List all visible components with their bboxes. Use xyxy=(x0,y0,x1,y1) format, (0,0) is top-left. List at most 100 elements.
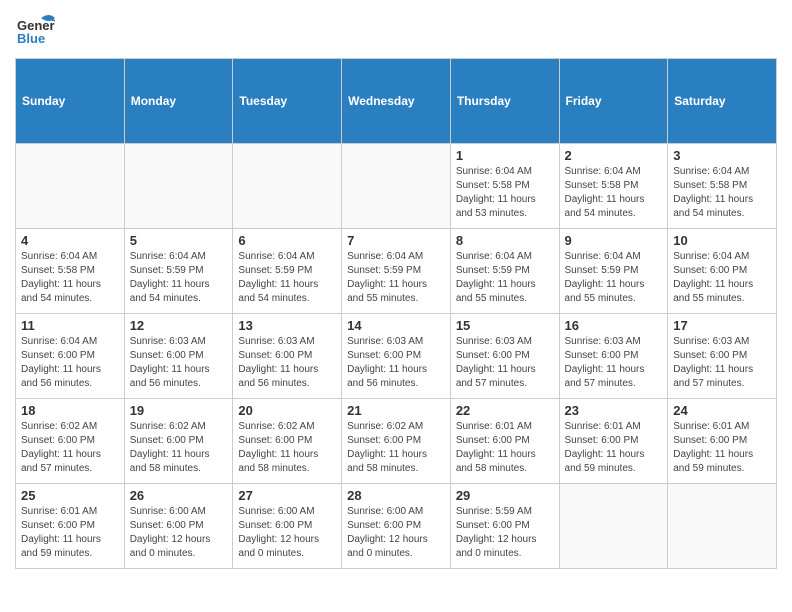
day-number: 13 xyxy=(238,318,336,333)
calendar-table: SundayMondayTuesdayWednesdayThursdayFrid… xyxy=(15,58,777,569)
day-number: 11 xyxy=(21,318,119,333)
calendar-cell: 7Sunrise: 6:04 AM Sunset: 5:59 PM Daylig… xyxy=(342,229,451,314)
day-number: 22 xyxy=(456,403,554,418)
day-number: 26 xyxy=(130,488,228,503)
calendar-cell: 20 Sunrise: 6:02 AM Sunset: 6:00 PM Dayli… xyxy=(233,399,342,484)
day-number: 23 xyxy=(565,403,663,418)
day-number: 14 xyxy=(347,318,445,333)
day-number: 10 xyxy=(673,233,771,248)
calendar-cell: 22 Sunrise: 6:01 AM Sunset: 6:00 PM Dayli… xyxy=(450,399,559,484)
calendar-cell: 2 Sunrise: 6:04 AM Sunset: 5:58 PM Daylig… xyxy=(559,144,668,229)
week-row-4: 18 Sunrise: 6:02 AM Sunset: 6:00 PM Dayli… xyxy=(16,399,777,484)
cell-info: Sunrise: 6:02 AM Sunset: 6:00 PM Dayligh… xyxy=(21,420,119,476)
cell-info: Sunrise: 6:01 AM Sunset: 6:00 PM Dayligh… xyxy=(21,505,119,561)
weekday-header-friday: Friday xyxy=(559,59,668,144)
calendar-cell xyxy=(668,484,777,569)
calendar-cell xyxy=(342,144,451,229)
cell-info: Sunrise: 6:04 AM Sunset: 5:59 PM Dayligh… xyxy=(238,250,336,306)
cell-info: Sunrise: 6:01 AM Sunset: 6:00 PM Dayligh… xyxy=(673,420,771,476)
calendar-cell xyxy=(124,144,233,229)
cell-info: Sunrise: 6:04 AM Sunset: 6:00 PM Dayligh… xyxy=(21,335,119,391)
cell-info: Sunrise: 6:04 AM Sunset: 5:58 PM Dayligh… xyxy=(456,165,554,221)
week-row-2: 4Sunrise: 6:04 AM Sunset: 5:58 PM Daylig… xyxy=(16,229,777,314)
cell-info: Sunrise: 5:59 AM Sunset: 6:00 PM Dayligh… xyxy=(456,505,554,561)
logo: General Blue xyxy=(15,10,55,50)
day-number: 1 xyxy=(456,148,554,163)
calendar-header: SundayMondayTuesdayWednesdayThursdayFrid… xyxy=(16,59,777,144)
cell-info: Sunrise: 6:04 AM Sunset: 5:59 PM Dayligh… xyxy=(130,250,228,306)
calendar-cell: 18 Sunrise: 6:02 AM Sunset: 6:00 PM Dayli… xyxy=(16,399,125,484)
cell-info: Sunrise: 6:04 AM Sunset: 5:59 PM Dayligh… xyxy=(456,250,554,306)
calendar-cell xyxy=(559,484,668,569)
cell-info: Sunrise: 6:04 AM Sunset: 5:58 PM Dayligh… xyxy=(21,250,119,306)
calendar-cell: 5 Sunrise: 6:04 AM Sunset: 5:59 PM Daylig… xyxy=(124,229,233,314)
day-number: 18 xyxy=(21,403,119,418)
calendar-cell: 28 Sunrise: 6:00 AM Sunset: 6:00 PM Dayli… xyxy=(342,484,451,569)
cell-info: Sunrise: 6:04 AM Sunset: 5:59 PM Dayligh… xyxy=(565,250,663,306)
logo-graphic: General Blue xyxy=(15,10,55,50)
day-number: 2 xyxy=(565,148,663,163)
cell-info: Sunrise: 6:04 AM Sunset: 5:58 PM Dayligh… xyxy=(565,165,663,221)
calendar-cell: 1 Sunrise: 6:04 AM Sunset: 5:58 PM Daylig… xyxy=(450,144,559,229)
day-number: 24 xyxy=(673,403,771,418)
calendar-cell: 25Sunrise: 6:01 AM Sunset: 6:00 PM Dayli… xyxy=(16,484,125,569)
day-number: 6 xyxy=(238,233,336,248)
week-row-1: 1 Sunrise: 6:04 AM Sunset: 5:58 PM Daylig… xyxy=(16,144,777,229)
calendar-cell: 24 Sunrise: 6:01 AM Sunset: 6:00 PM Dayli… xyxy=(668,399,777,484)
cell-info: Sunrise: 6:03 AM Sunset: 6:00 PM Dayligh… xyxy=(565,335,663,391)
week-row-3: 11 Sunrise: 6:04 AM Sunset: 6:00 PM Dayli… xyxy=(16,314,777,399)
cell-info: Sunrise: 6:03 AM Sunset: 6:00 PM Dayligh… xyxy=(130,335,228,391)
header: General Blue xyxy=(15,10,777,50)
day-number: 5 xyxy=(130,233,228,248)
cell-info: Sunrise: 6:00 AM Sunset: 6:00 PM Dayligh… xyxy=(130,505,228,561)
day-number: 19 xyxy=(130,403,228,418)
day-number: 16 xyxy=(565,318,663,333)
weekday-header-thursday: Thursday xyxy=(450,59,559,144)
cell-info: Sunrise: 6:01 AM Sunset: 6:00 PM Dayligh… xyxy=(565,420,663,476)
calendar-cell: 9 Sunrise: 6:04 AM Sunset: 5:59 PM Daylig… xyxy=(559,229,668,314)
cell-info: Sunrise: 6:00 AM Sunset: 6:00 PM Dayligh… xyxy=(238,505,336,561)
calendar-body: 1 Sunrise: 6:04 AM Sunset: 5:58 PM Daylig… xyxy=(16,144,777,569)
day-number: 8 xyxy=(456,233,554,248)
day-number: 17 xyxy=(673,318,771,333)
weekday-row: SundayMondayTuesdayWednesdayThursdayFrid… xyxy=(16,59,777,144)
day-number: 27 xyxy=(238,488,336,503)
weekday-header-monday: Monday xyxy=(124,59,233,144)
cell-info: Sunrise: 6:03 AM Sunset: 6:00 PM Dayligh… xyxy=(456,335,554,391)
cell-info: Sunrise: 6:01 AM Sunset: 6:00 PM Dayligh… xyxy=(456,420,554,476)
cell-info: Sunrise: 6:00 AM Sunset: 6:00 PM Dayligh… xyxy=(347,505,445,561)
cell-info: Sunrise: 6:04 AM Sunset: 5:58 PM Dayligh… xyxy=(673,165,771,221)
calendar-cell: 27 Sunrise: 6:00 AM Sunset: 6:00 PM Dayli… xyxy=(233,484,342,569)
day-number: 28 xyxy=(347,488,445,503)
day-number: 7 xyxy=(347,233,445,248)
day-number: 15 xyxy=(456,318,554,333)
calendar-cell: 6 Sunrise: 6:04 AM Sunset: 5:59 PM Daylig… xyxy=(233,229,342,314)
cell-info: Sunrise: 6:02 AM Sunset: 6:00 PM Dayligh… xyxy=(130,420,228,476)
cell-info: Sunrise: 6:03 AM Sunset: 6:00 PM Dayligh… xyxy=(673,335,771,391)
calendar-cell: 4Sunrise: 6:04 AM Sunset: 5:58 PM Daylig… xyxy=(16,229,125,314)
calendar-cell: 19 Sunrise: 6:02 AM Sunset: 6:00 PM Dayli… xyxy=(124,399,233,484)
day-number: 21 xyxy=(347,403,445,418)
svg-text:Blue: Blue xyxy=(17,31,45,46)
logo-icon: General Blue xyxy=(15,10,55,50)
day-number: 3 xyxy=(673,148,771,163)
day-number: 9 xyxy=(565,233,663,248)
day-number: 20 xyxy=(238,403,336,418)
weekday-header-saturday: Saturday xyxy=(668,59,777,144)
weekday-header-sunday: Sunday xyxy=(16,59,125,144)
calendar-cell: 17 Sunrise: 6:03 AM Sunset: 6:00 PM Dayli… xyxy=(668,314,777,399)
calendar-cell: 13 Sunrise: 6:03 AM Sunset: 6:00 PM Dayli… xyxy=(233,314,342,399)
day-number: 12 xyxy=(130,318,228,333)
calendar-cell: 11 Sunrise: 6:04 AM Sunset: 6:00 PM Dayli… xyxy=(16,314,125,399)
calendar-cell: 15 Sunrise: 6:03 AM Sunset: 6:00 PM Dayli… xyxy=(450,314,559,399)
calendar-cell: 21 Sunrise: 6:02 AM Sunset: 6:00 PM Dayli… xyxy=(342,399,451,484)
day-number: 29 xyxy=(456,488,554,503)
week-row-5: 25Sunrise: 6:01 AM Sunset: 6:00 PM Dayli… xyxy=(16,484,777,569)
cell-info: Sunrise: 6:02 AM Sunset: 6:00 PM Dayligh… xyxy=(238,420,336,476)
calendar-cell: 8 Sunrise: 6:04 AM Sunset: 5:59 PM Daylig… xyxy=(450,229,559,314)
cell-info: Sunrise: 6:03 AM Sunset: 6:00 PM Dayligh… xyxy=(238,335,336,391)
calendar-cell: 16 Sunrise: 6:03 AM Sunset: 6:00 PM Dayli… xyxy=(559,314,668,399)
cell-info: Sunrise: 6:02 AM Sunset: 6:00 PM Dayligh… xyxy=(347,420,445,476)
calendar-cell: 10Sunrise: 6:04 AM Sunset: 6:00 PM Dayli… xyxy=(668,229,777,314)
calendar-cell xyxy=(233,144,342,229)
